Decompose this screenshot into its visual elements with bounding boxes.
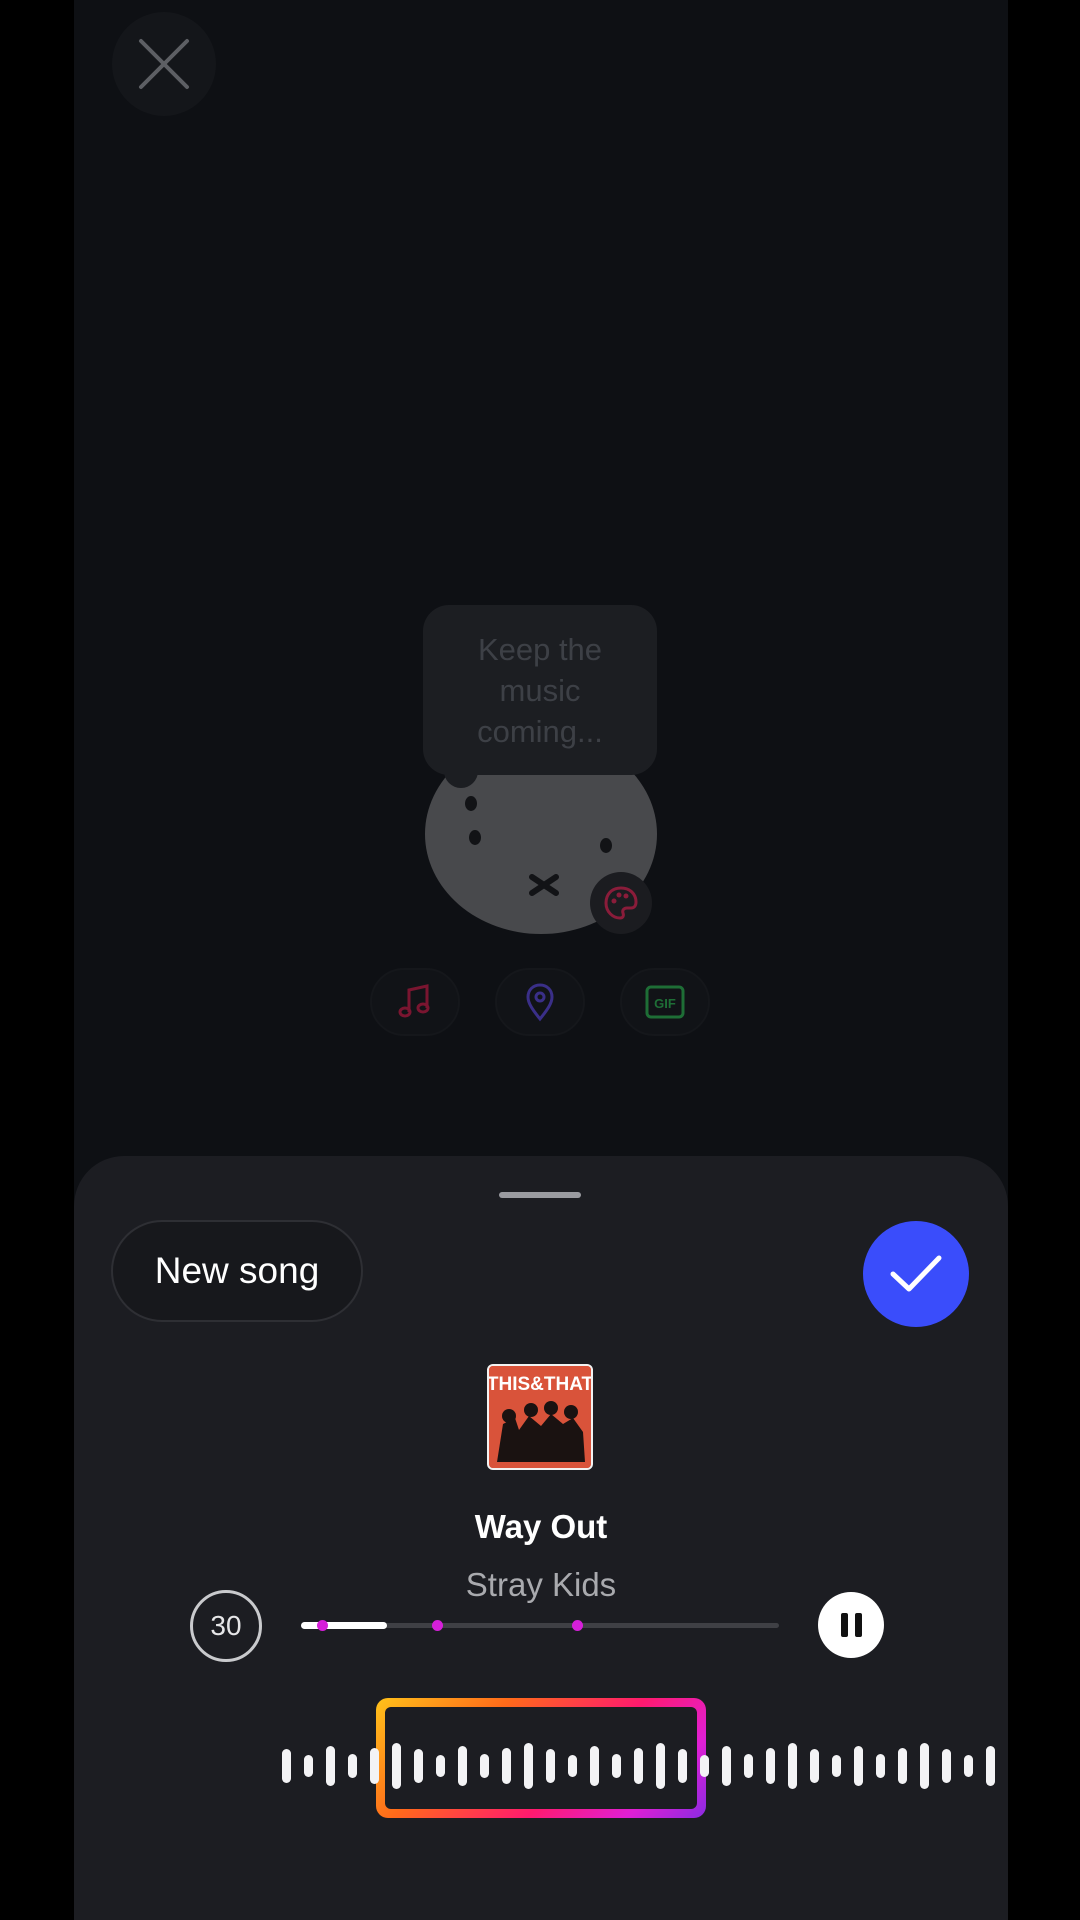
waveform-bar — [458, 1746, 467, 1786]
waveform-bar — [964, 1755, 973, 1777]
waveform-bar — [700, 1755, 709, 1777]
sheet-grabber[interactable] — [499, 1192, 581, 1198]
waveform-bar — [634, 1748, 643, 1784]
svg-text:GIF: GIF — [654, 996, 676, 1011]
waveform-bar — [568, 1755, 577, 1777]
waveform-bar — [436, 1755, 445, 1777]
speech-bubble: Keep the music coming... — [423, 605, 657, 775]
confirm-button[interactable] — [863, 1221, 969, 1327]
music-picker-sheet: New song THIS&THAT Way Out Stray Kids 30 — [74, 1156, 1008, 1920]
waveform-bar — [788, 1743, 797, 1789]
new-song-button[interactable]: New song — [111, 1220, 363, 1322]
waveform-bar — [546, 1749, 555, 1783]
audio-waveform[interactable] — [74, 1736, 1008, 1836]
pause-icon — [840, 1613, 848, 1637]
waveform-bar — [810, 1749, 819, 1783]
clip-duration-button[interactable]: 30 — [190, 1590, 262, 1662]
playback-progress[interactable] — [301, 1620, 779, 1631]
album-art-title: THIS&THAT — [489, 1374, 591, 1395]
waveform-bar — [854, 1746, 863, 1786]
checkmark-icon — [890, 1255, 942, 1292]
lyric-marker — [572, 1620, 583, 1631]
album-art: THIS&THAT — [487, 1364, 593, 1470]
pause-button[interactable] — [818, 1592, 884, 1658]
close-button[interactable] — [112, 12, 216, 116]
waveform-bar — [612, 1754, 621, 1778]
music-option-button[interactable] — [370, 968, 460, 1036]
waveform-bar — [370, 1748, 379, 1784]
waveform-bar — [656, 1743, 665, 1789]
waveform-bar — [326, 1746, 335, 1786]
waveform-bar — [876, 1754, 885, 1778]
waveform-bar — [898, 1748, 907, 1784]
palette-icon — [604, 886, 638, 920]
location-option-button[interactable] — [495, 968, 585, 1036]
waveform-bar — [348, 1754, 357, 1778]
mouth-x-icon — [529, 874, 559, 896]
waveform-bar — [502, 1748, 511, 1784]
song-title: Way Out — [474, 1508, 608, 1545]
waveform-bar — [744, 1754, 753, 1778]
music-note-icon — [398, 984, 430, 1018]
close-icon — [139, 39, 189, 89]
gif-icon: GIF — [645, 985, 685, 1019]
palette-button[interactable] — [590, 872, 652, 934]
waveform-bar — [282, 1749, 291, 1783]
waveform-bar — [832, 1755, 841, 1777]
waveform-bar — [414, 1749, 423, 1783]
bubble-text: Keep the music coming... — [477, 631, 603, 749]
waveform-bar — [986, 1746, 995, 1786]
waveform-bar — [920, 1743, 929, 1789]
waveform-bar — [766, 1748, 775, 1784]
waveform-bar — [304, 1755, 313, 1777]
waveform-bar — [678, 1749, 687, 1783]
waveform-bar — [590, 1746, 599, 1786]
waveform-bar — [524, 1743, 533, 1789]
progress-fill — [301, 1622, 388, 1629]
waveform-bar — [392, 1743, 401, 1789]
story-editor: Keep the music coming... GIF New song TH… — [74, 0, 1008, 1920]
waveform-bar — [942, 1749, 951, 1783]
lyric-marker — [432, 1620, 443, 1631]
gif-option-button[interactable]: GIF — [620, 968, 710, 1036]
waveform-bar — [722, 1746, 731, 1786]
waveform-bar — [480, 1754, 489, 1778]
lyric-marker — [317, 1620, 328, 1631]
location-pin-icon — [526, 983, 554, 1022]
